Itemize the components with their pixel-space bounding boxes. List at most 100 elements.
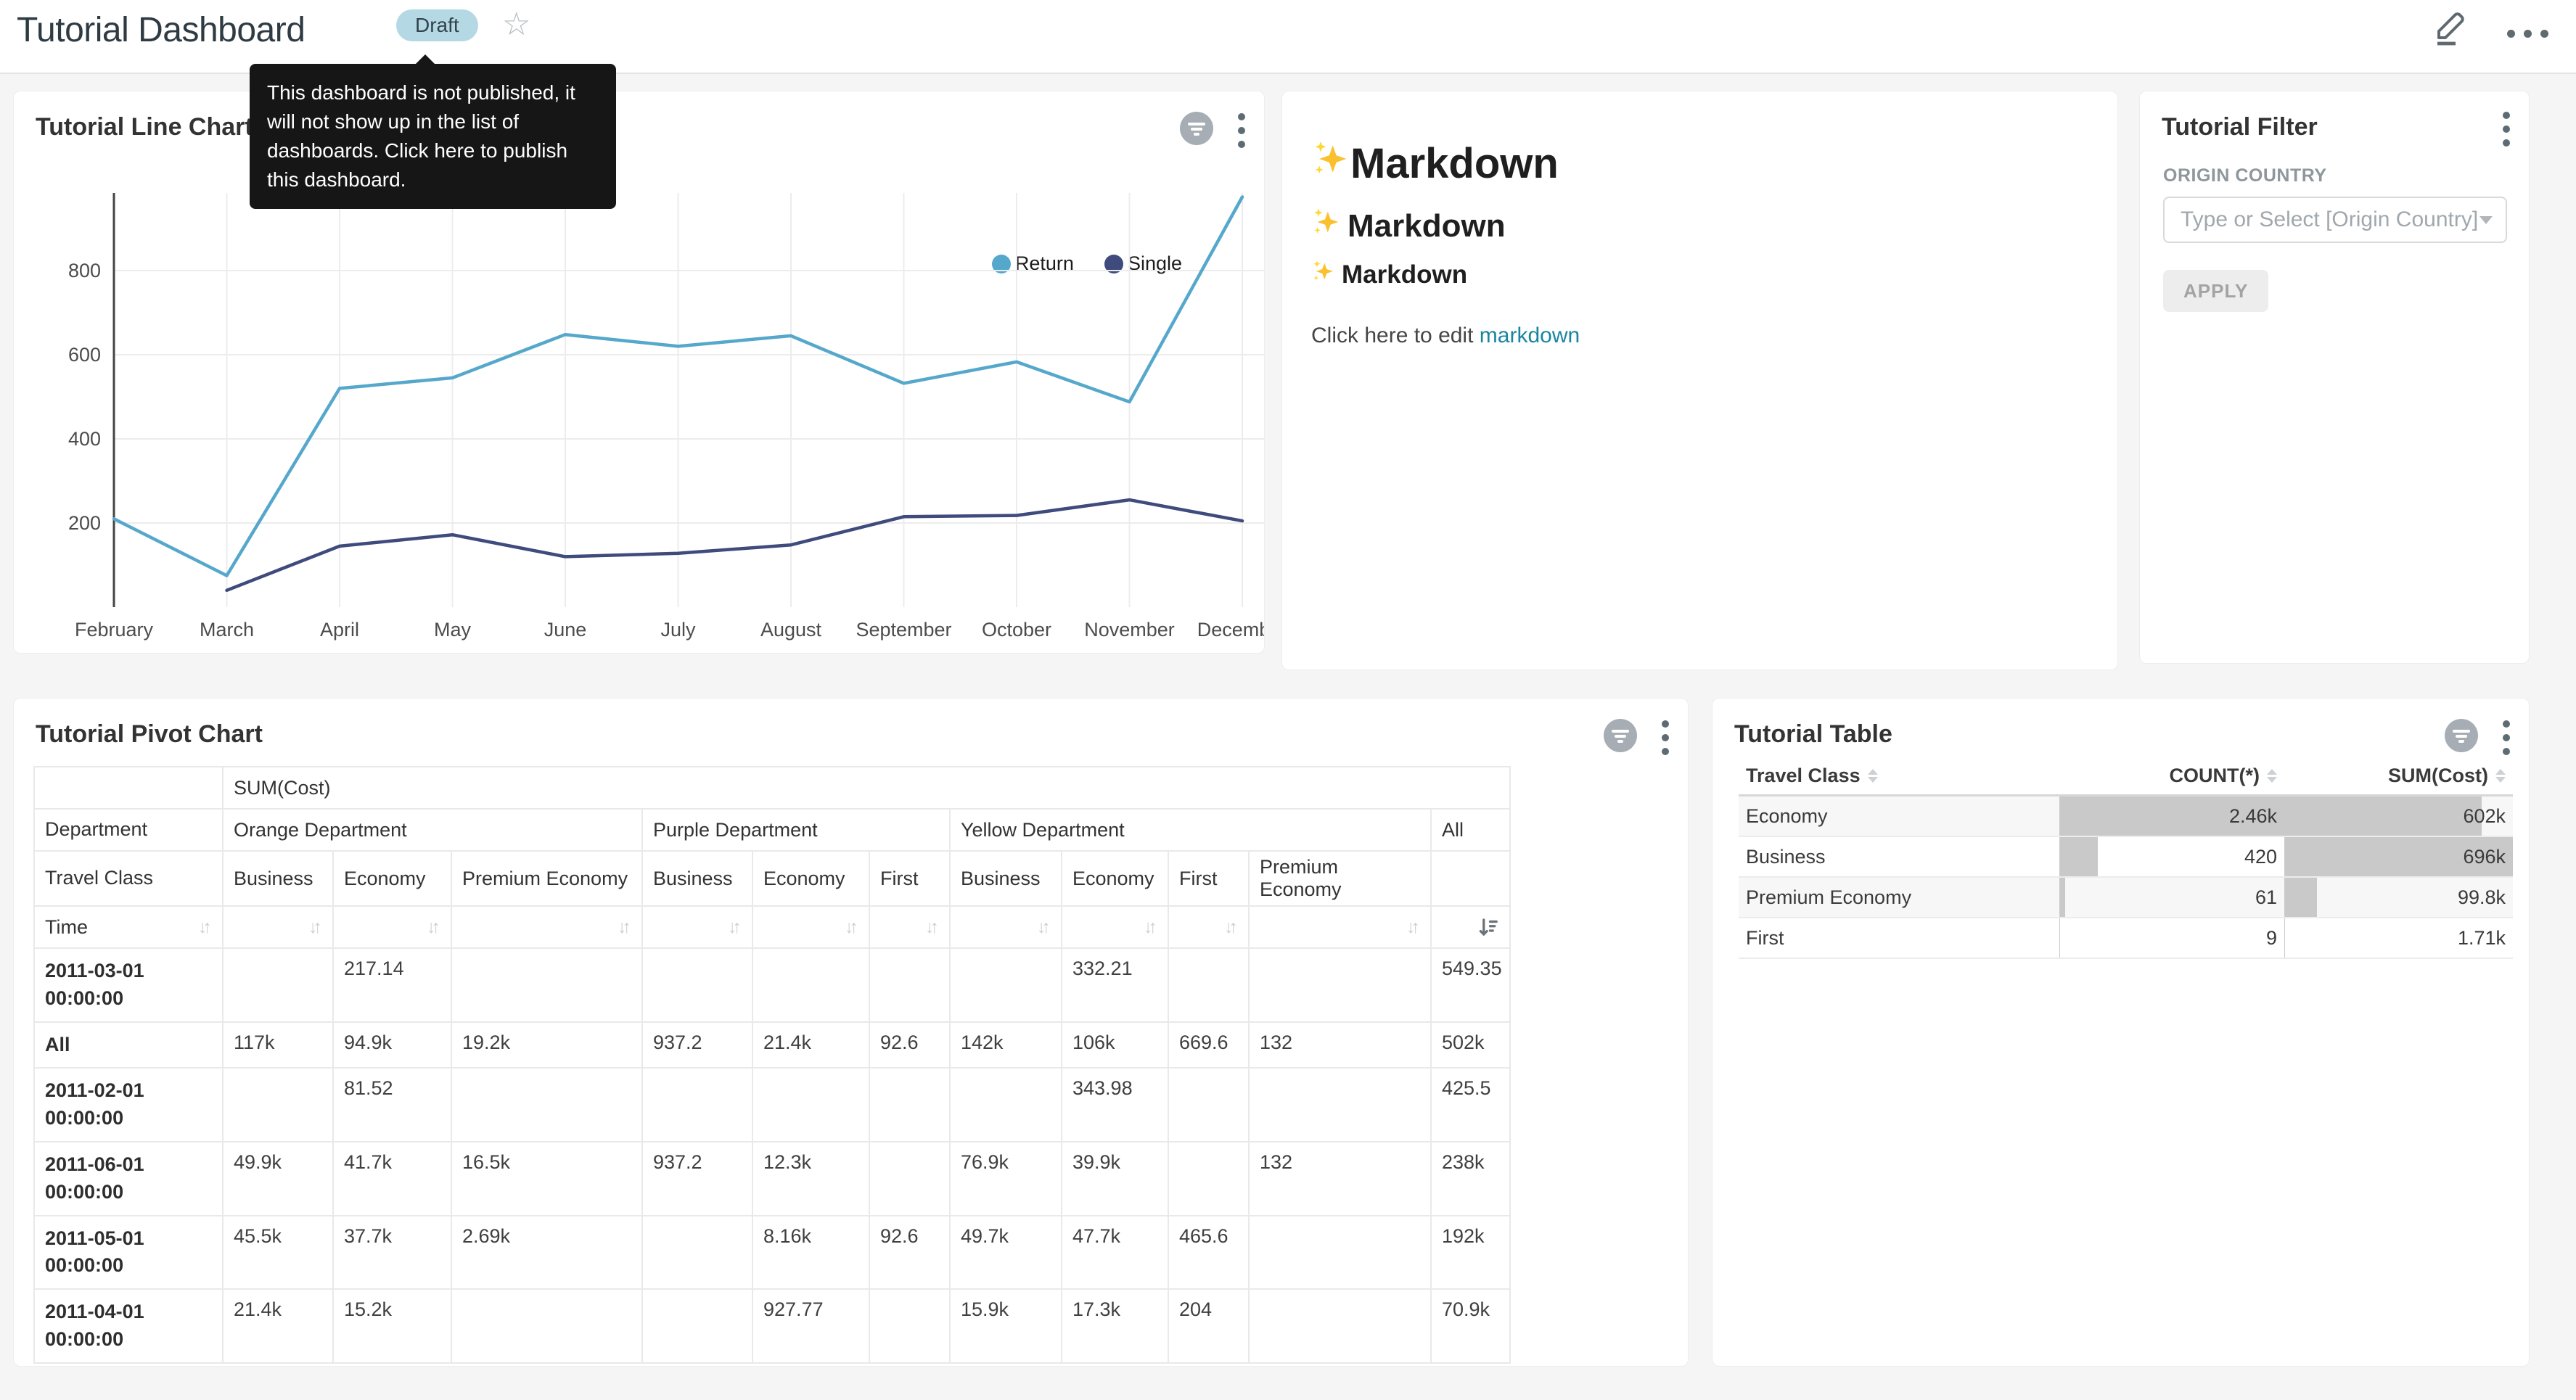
- sort-icon[interactable]: ↓↑: [1224, 917, 1238, 938]
- sort-desc-active-icon[interactable]: [1477, 916, 1499, 938]
- pivot-class-header: Economy: [333, 851, 451, 906]
- series-line-single[interactable]: [227, 500, 1243, 590]
- pivot-value-cell: [223, 1068, 333, 1142]
- header-actions: [2432, 7, 2548, 50]
- table-column-header[interactable]: SUM(Cost): [2284, 757, 2513, 796]
- pivot-travel-class-label: Travel Class: [34, 851, 223, 906]
- table-value-cell: 1.71k: [2284, 918, 2513, 958]
- pivot-chart-card: Tutorial Pivot Chart SUM(Cost)Department…: [13, 698, 1689, 1367]
- sort-icon[interactable]: ↓↑: [308, 917, 322, 938]
- y-axis-tick-label: 600: [68, 344, 101, 366]
- sort-icon[interactable]: ↓↑: [728, 917, 742, 938]
- filter-circle-icon[interactable]: [1604, 719, 1637, 756]
- value-bar: [2284, 918, 2285, 958]
- table-value-cell: 61: [2059, 877, 2284, 918]
- pivot-sort-cell[interactable]: ↓↑: [333, 906, 451, 948]
- x-axis-tick-label: November: [1084, 619, 1175, 641]
- sort-icon[interactable]: ↓↑: [1037, 917, 1051, 938]
- origin-country-select[interactable]: Type or Select [Origin Country]: [2163, 197, 2507, 243]
- pivot-sort-cell[interactable]: ↓↑: [1168, 906, 1249, 948]
- markdown-h3-text: Markdown: [1342, 260, 1467, 289]
- pivot-sort-cell[interactable]: ↓↑: [869, 906, 950, 948]
- pivot-sort-cell[interactable]: ↓↑: [752, 906, 869, 948]
- column-sorter-icon[interactable]: [2267, 769, 2277, 783]
- kebab-menu-icon[interactable]: [1662, 720, 1669, 755]
- pivot-row: 2011-02-01 00:00:0081.52343.98425.5: [34, 1068, 1510, 1142]
- table-card-icons: [2445, 719, 2510, 756]
- sort-icon[interactable]: ↓↑: [1406, 917, 1420, 938]
- value-text: 61: [2067, 886, 2277, 909]
- pivot-value-cell: [869, 1289, 950, 1363]
- pivot-sort-cell[interactable]: ↓↑: [1249, 906, 1431, 948]
- pivot-sort-cell[interactable]: ↓↑: [642, 906, 752, 948]
- pivot-value-cell: 425.5: [1431, 1068, 1510, 1142]
- table-value-cell: 2.46k: [2059, 796, 2284, 837]
- sort-icon[interactable]: ↓↑: [198, 917, 212, 938]
- markdown-paragraph: Click here to edit markdown: [1311, 324, 1580, 348]
- table-column-header[interactable]: COUNT(*): [2059, 757, 2284, 796]
- markdown-h3: Markdown: [1311, 260, 1467, 289]
- pivot-value-cell: 41.7k: [333, 1142, 451, 1216]
- pivot-class-header: First: [1168, 851, 1249, 906]
- pivot-value-cell: [642, 1216, 752, 1290]
- pivot-sort-cell[interactable]: Time ↓↑: [34, 906, 223, 948]
- pivot-row: All117k94.9k19.2k937.221.4k92.6142k106k6…: [34, 1022, 1510, 1068]
- pivot-sort-cell[interactable]: ↓↑: [451, 906, 642, 948]
- pivot-group-header: Purple Department: [642, 809, 950, 851]
- pivot-value-cell: 21.4k: [223, 1289, 333, 1363]
- pivot-sort-cell[interactable]: [1431, 906, 1510, 948]
- pivot-row: 2011-05-01 00:00:0045.5k37.7k2.69k8.16k9…: [34, 1216, 1510, 1290]
- table-column-header[interactable]: Travel Class: [1739, 757, 2059, 796]
- filter-circle-icon[interactable]: [2445, 719, 2478, 756]
- x-axis-tick-label: August: [760, 619, 822, 641]
- pivot-value-cell: [1249, 948, 1431, 1022]
- pivot-sort-cell[interactable]: ↓↑: [950, 906, 1062, 948]
- kebab-menu-icon[interactable]: [2503, 720, 2510, 755]
- table-value-cell: 696k: [2284, 836, 2513, 877]
- sparkles-icon: [1311, 207, 1340, 244]
- pivot-value-cell: [1249, 1068, 1431, 1142]
- pivot-value-cell: [950, 1068, 1062, 1142]
- pivot-value-cell: 49.7k: [950, 1216, 1062, 1290]
- pivot-class-header: Premium Economy: [1249, 851, 1431, 906]
- table-card-title: Tutorial Table: [1734, 720, 1892, 749]
- kebab-menu-icon[interactable]: [2503, 112, 2510, 147]
- pivot-value-cell: [869, 948, 950, 1022]
- pivot-row: 2011-06-01 00:00:0049.9k41.7k16.5k937.21…: [34, 1142, 1510, 1216]
- table-row: First91.71k: [1739, 918, 2513, 958]
- markdown-card[interactable]: Markdown Markdown Markdown Click here to…: [1281, 91, 2118, 670]
- pivot-card-title: Tutorial Pivot Chart: [36, 720, 263, 749]
- sort-icon[interactable]: ↓↑: [845, 917, 858, 938]
- draft-status-badge[interactable]: Draft: [396, 9, 478, 41]
- column-sorter-icon[interactable]: [2495, 769, 2506, 783]
- pivot-class-header: [1431, 851, 1510, 906]
- favorite-star-icon[interactable]: ☆: [502, 6, 530, 43]
- sort-icon[interactable]: ↓↑: [618, 917, 631, 938]
- pivot-value-cell: [950, 948, 1062, 1022]
- sparkles-icon: [1311, 139, 1349, 188]
- pivot-row-label: 2011-03-01 00:00:00: [34, 948, 223, 1022]
- table-value-cell: 9: [2059, 918, 2284, 958]
- pivot-time-label: Time: [45, 916, 88, 939]
- pivot-class-header: Business: [950, 851, 1062, 906]
- pivot-class-header: Premium Economy: [451, 851, 642, 906]
- sort-icon[interactable]: ↓↑: [925, 917, 939, 938]
- pivot-sort-cell[interactable]: ↓↑: [1062, 906, 1168, 948]
- caret-down-icon: [2479, 216, 2493, 224]
- pivot-sort-cell[interactable]: ↓↑: [223, 906, 333, 948]
- column-sorter-icon[interactable]: [1868, 769, 1878, 783]
- pivot-value-cell: [752, 948, 869, 1022]
- pivot-value-cell: 21.4k: [752, 1022, 869, 1068]
- value-text: 696k: [2292, 846, 2506, 868]
- sort-icon[interactable]: ↓↑: [1144, 917, 1157, 938]
- pivot-class-header: Business: [223, 851, 333, 906]
- edit-pencil-icon[interactable]: [2432, 7, 2469, 50]
- pivot-row: 2011-03-01 00:00:00217.14332.21549.35: [34, 948, 1510, 1022]
- sort-icon[interactable]: ↓↑: [427, 917, 440, 938]
- table-card: Tutorial Table Travel ClassCOUNT(*)SUM(C…: [1712, 698, 2530, 1367]
- markdown-edit-link[interactable]: markdown: [1480, 324, 1580, 347]
- apply-button[interactable]: APPLY: [2163, 270, 2268, 312]
- more-options-ellipsis-icon[interactable]: [2507, 20, 2548, 38]
- travel-class-table: Travel ClassCOUNT(*)SUM(Cost)Economy2.46…: [1739, 757, 2513, 959]
- pivot-row-label: All: [34, 1022, 223, 1068]
